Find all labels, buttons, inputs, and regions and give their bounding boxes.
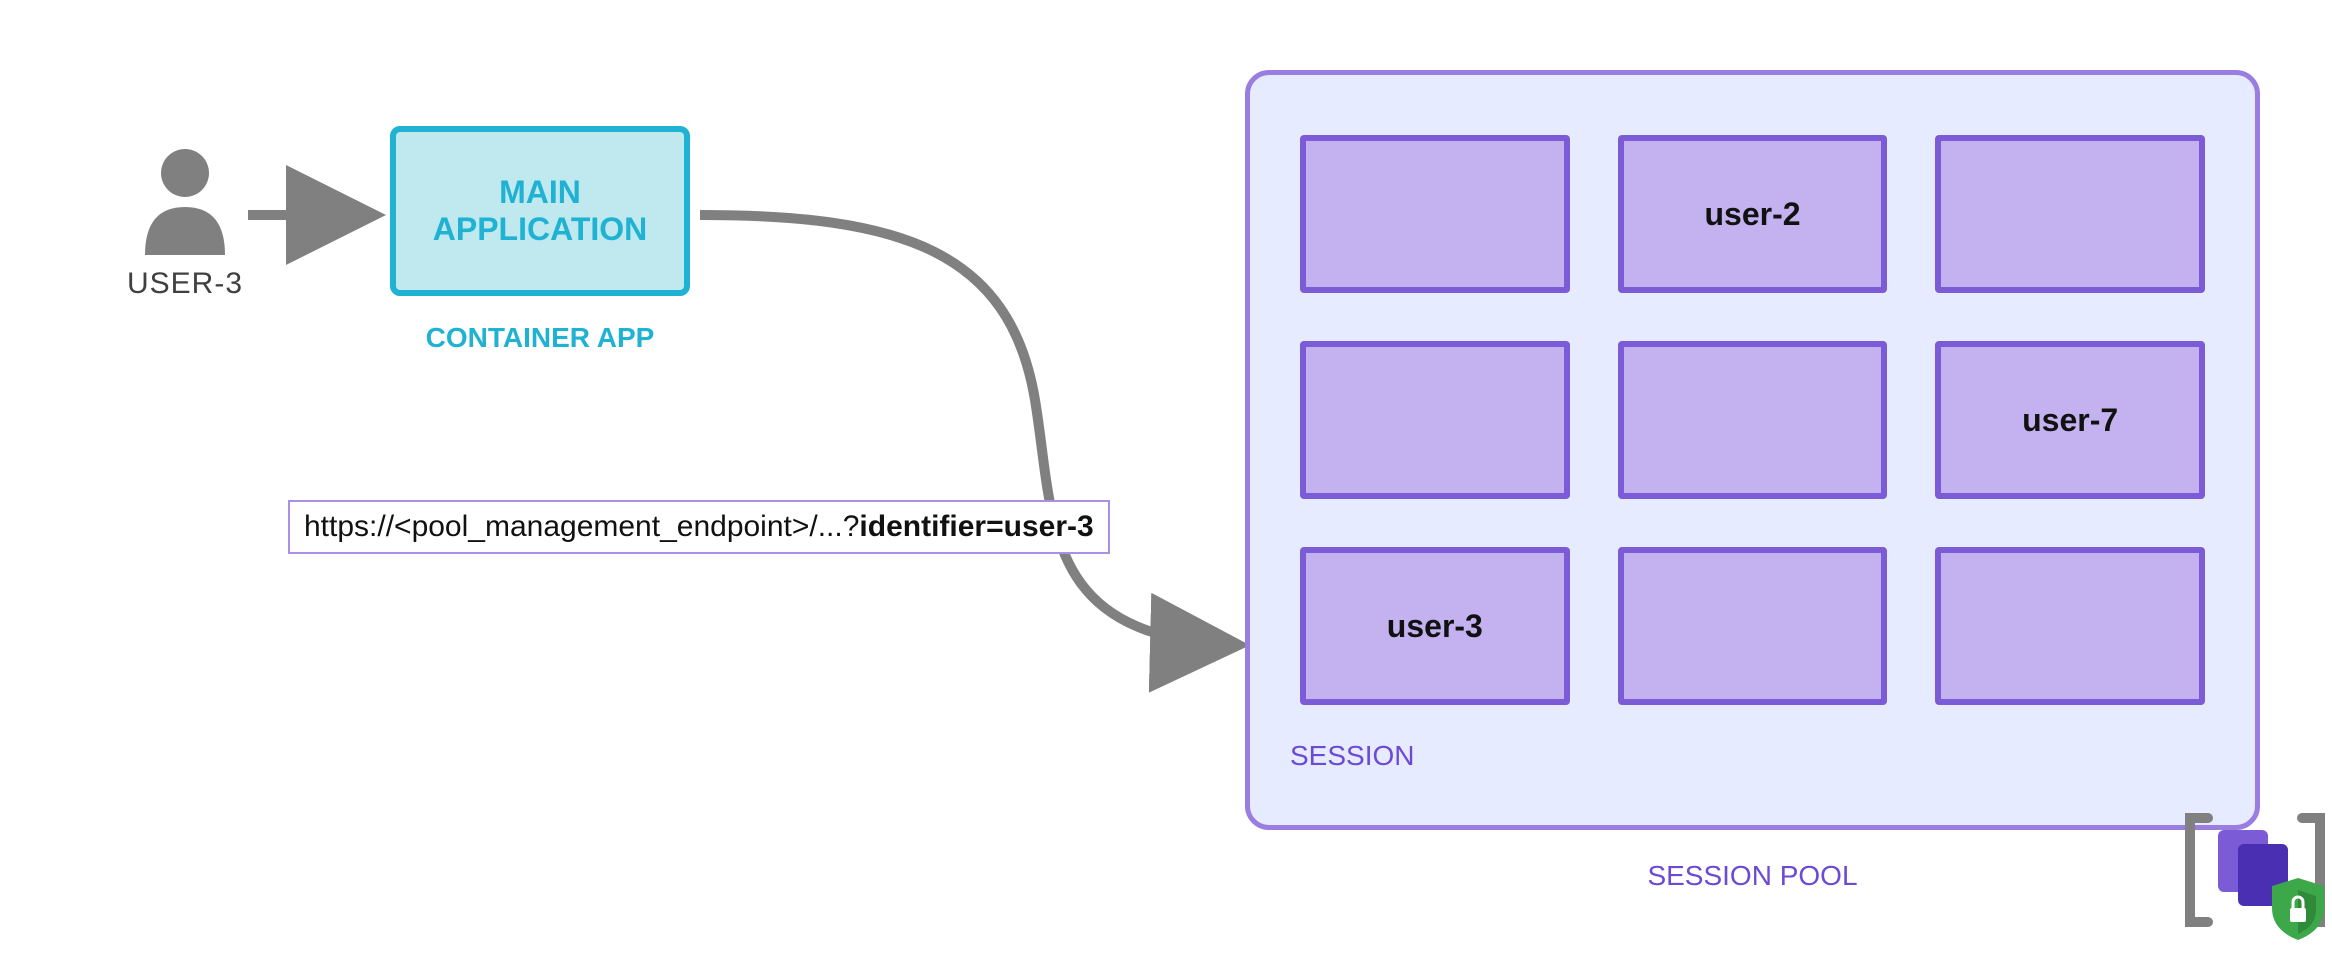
session-cell [1618, 547, 1888, 705]
session-cell [1618, 341, 1888, 499]
session-grid: user-2 user-7 user-3 [1300, 135, 2205, 705]
request-url-query: identifier=user-3 [859, 510, 1093, 543]
user-label: USER-3 [120, 267, 250, 301]
user-icon [120, 145, 250, 255]
session-cell-text: user-3 [1387, 608, 1483, 645]
session-cell [1300, 135, 1570, 293]
session-cell [1935, 547, 2205, 705]
session-cell-text: user-7 [2022, 402, 2118, 439]
session-pool-label: SESSION POOL [1245, 860, 2260, 892]
session-cell-text: user-2 [1704, 196, 1800, 233]
session-cell [1300, 341, 1570, 499]
arrow-app-to-pool [700, 215, 1240, 645]
session-cell: user-3 [1300, 547, 1570, 705]
app-title-line1: MAIN [499, 174, 581, 211]
request-url-prefix: https://<pool_management_endpoint>/...? [304, 510, 859, 543]
main-application-box: MAIN APPLICATION [390, 126, 690, 296]
container-apps-icon [2180, 800, 2330, 940]
session-pool-panel: user-2 user-7 user-3 [1245, 70, 2260, 830]
session-cell [1935, 135, 2205, 293]
request-url-box: https://<pool_management_endpoint>/...?i… [288, 500, 1110, 554]
app-title-line2: APPLICATION [433, 211, 648, 248]
user-block: USER-3 [120, 145, 250, 301]
session-cell: user-7 [1935, 341, 2205, 499]
container-app-label: CONTAINER APP [390, 322, 690, 354]
session-label: SESSION [1290, 740, 1414, 772]
session-cell: user-2 [1618, 135, 1888, 293]
